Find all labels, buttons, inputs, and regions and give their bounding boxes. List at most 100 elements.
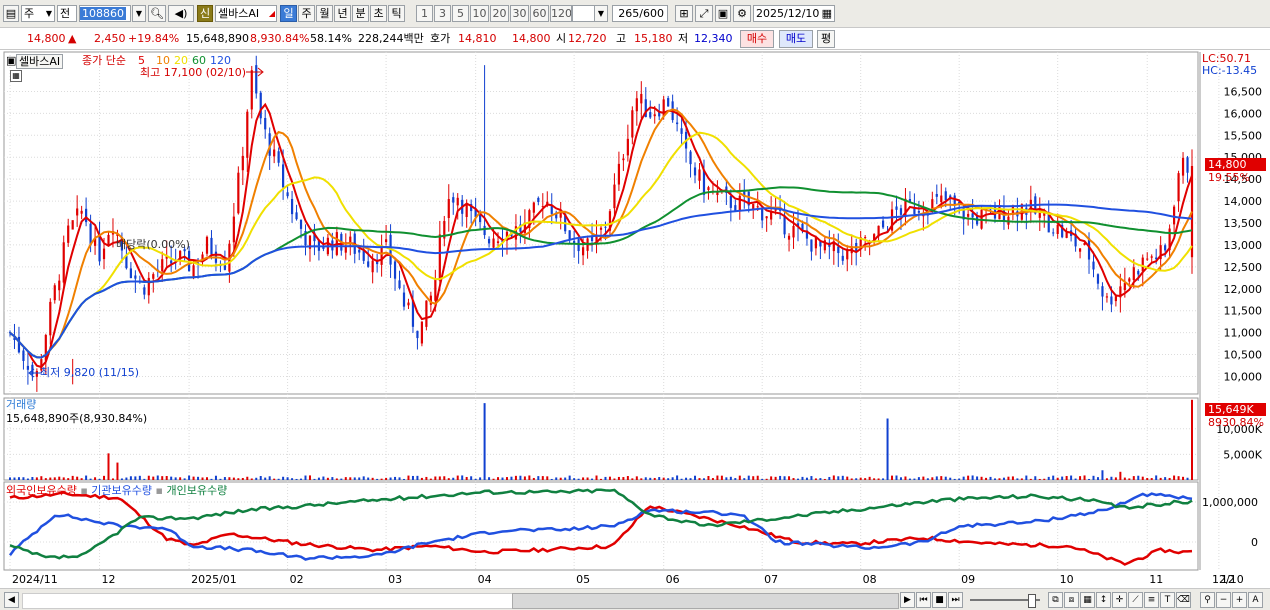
sell-button[interactable]: 매도 (779, 30, 813, 48)
volume-bar (1002, 477, 1005, 480)
period-tab-3[interactable]: 년 (334, 5, 351, 22)
layout-icon[interactable]: ⧉ (1048, 592, 1063, 608)
candle-body (622, 158, 625, 161)
scroll-track[interactable] (22, 593, 514, 609)
volume-bar (904, 476, 907, 480)
interval-tab-1[interactable]: 3 (434, 5, 451, 22)
candle-body (85, 208, 88, 223)
period-tab-6[interactable]: 틱 (388, 5, 405, 22)
interval-tab-0[interactable]: 1 (416, 5, 433, 22)
sound-button[interactable]: ◀) (168, 5, 194, 22)
price-tick-label: 16,500 (1224, 85, 1263, 98)
scroll-bar: ◀ ▶ ⏮ ■ ⏭ ⧉ ⧈ ▦ ↕ ✛ ⟋ ≡ T ⌫ ⚲ − + A (0, 588, 1270, 610)
period-tab-1[interactable]: 주 (298, 5, 315, 22)
candle-body (147, 277, 150, 296)
stock-name-tag[interactable]: 셀바스AI (16, 54, 64, 69)
data-count-field[interactable]: 265/600 (612, 5, 668, 22)
stock-name-field[interactable]: 셀바스AI ◢ (215, 5, 277, 22)
volume-bar (1177, 476, 1180, 480)
candle-body (837, 246, 840, 254)
table-icon[interactable]: ▦ (1080, 592, 1095, 608)
interval-tab-6[interactable]: 60 (530, 5, 549, 22)
volume-bar (949, 477, 952, 480)
zoom-handle[interactable] (1028, 594, 1036, 608)
interval-tab-7[interactable]: 120 (550, 5, 572, 22)
zoom-search-icon[interactable]: ⚲ (1200, 592, 1215, 608)
split-icon[interactable]: ⧈ (1064, 592, 1079, 608)
first-page-icon[interactable]: ⏮ (916, 592, 931, 608)
volume-bar (814, 478, 817, 480)
volume-bar (89, 478, 92, 480)
scope-select[interactable]: 전 (57, 5, 77, 22)
zoom-in-icon[interactable]: + (1232, 592, 1247, 608)
date-field[interactable]: 2025/12/10 ▦ (753, 5, 835, 22)
volume-bar (1034, 476, 1037, 480)
draw-tool-button[interactable]: ⤢ (695, 5, 713, 22)
interval-tab-4[interactable]: 20 (490, 5, 509, 22)
volume-bar (94, 477, 97, 480)
interval-tab-3[interactable]: 10 (470, 5, 489, 22)
window-menu-icon[interactable]: ▤ (3, 5, 19, 22)
market-select[interactable]: 주 ▼ (21, 5, 55, 22)
volume-bar (344, 477, 347, 480)
chart-options-icon[interactable]: ▣ (6, 54, 16, 67)
trendline-icon: ⤢ (699, 7, 709, 20)
volume-bar (653, 477, 656, 480)
period-tab-2[interactable]: 월 (316, 5, 333, 22)
candle-body (626, 138, 629, 156)
volume-bar (989, 476, 992, 480)
stock-chart[interactable]: 10,000 10,500 11,000 11,500 12,000 12,500 13,0… (0, 50, 1270, 588)
candle-body (881, 220, 885, 228)
buy-button[interactable]: 매수 (740, 30, 774, 48)
period-tab-4[interactable]: 분 (352, 5, 369, 22)
scroll-right-icon[interactable]: ▶ (900, 592, 915, 608)
settings-button[interactable]: ⚙ (733, 5, 751, 22)
candle-body (599, 227, 603, 230)
line-tool-icon[interactable]: ⟋ (1128, 592, 1143, 608)
candle-body (456, 197, 459, 206)
scroll-thumb[interactable] (512, 593, 899, 609)
eraser-icon[interactable]: ⌫ (1176, 592, 1191, 608)
volume-bar (85, 475, 88, 480)
text-tool-icon[interactable]: T (1160, 592, 1175, 608)
volume-bar (1159, 477, 1162, 480)
search-button[interactable]: 🔍︎ (148, 5, 166, 22)
scroll-left-icon[interactable]: ◀ (4, 592, 19, 608)
save-button[interactable]: ▣ (715, 5, 731, 22)
stock-code-input[interactable]: 108860 (79, 5, 131, 22)
volume-bar (9, 477, 11, 480)
date-value: 2025/12/10 (756, 7, 820, 20)
volume-bar (958, 478, 961, 480)
volume-bar (49, 477, 52, 480)
avg-price-button[interactable]: 평 (817, 30, 835, 48)
crosshair-icon[interactable]: ✛ (1112, 592, 1127, 608)
fib-icon[interactable]: ≡ (1144, 592, 1159, 608)
interval-tab-2[interactable]: 5 (452, 5, 469, 22)
x-tick-label: 12/10 (1212, 573, 1244, 586)
stop-icon[interactable]: ■ (932, 592, 947, 608)
volume-bar (1079, 476, 1082, 480)
ruler-icon[interactable]: ↕ (1096, 592, 1111, 608)
volume-bar (841, 475, 844, 480)
holdings-tick-label: 1,000,000 (1202, 496, 1258, 509)
volume-bar (331, 477, 334, 480)
zoom-out-icon[interactable]: − (1216, 592, 1231, 608)
volume-bar (698, 478, 701, 480)
interval-dropdown-button[interactable]: ▼ (594, 5, 608, 22)
volume-bar (931, 477, 934, 480)
candle-body (1141, 257, 1144, 272)
volume-bar (819, 478, 822, 480)
code-dropdown-button[interactable]: ▼ (132, 5, 146, 22)
candle-body (358, 249, 361, 253)
period-tab-5[interactable]: 초 (370, 5, 387, 22)
candle-body (465, 204, 468, 218)
period-tab-0[interactable]: 일 (280, 5, 297, 22)
table-toggle-icon[interactable]: ▦ (10, 70, 22, 82)
volume-bar (519, 475, 522, 480)
volume-bar (640, 478, 643, 480)
last-page-icon[interactable]: ⏭ (948, 592, 963, 608)
volume-bar (702, 478, 705, 480)
font-size-icon[interactable]: A (1248, 592, 1263, 608)
indicator-button[interactable]: ⊞ (675, 5, 693, 22)
interval-tab-5[interactable]: 30 (510, 5, 529, 22)
